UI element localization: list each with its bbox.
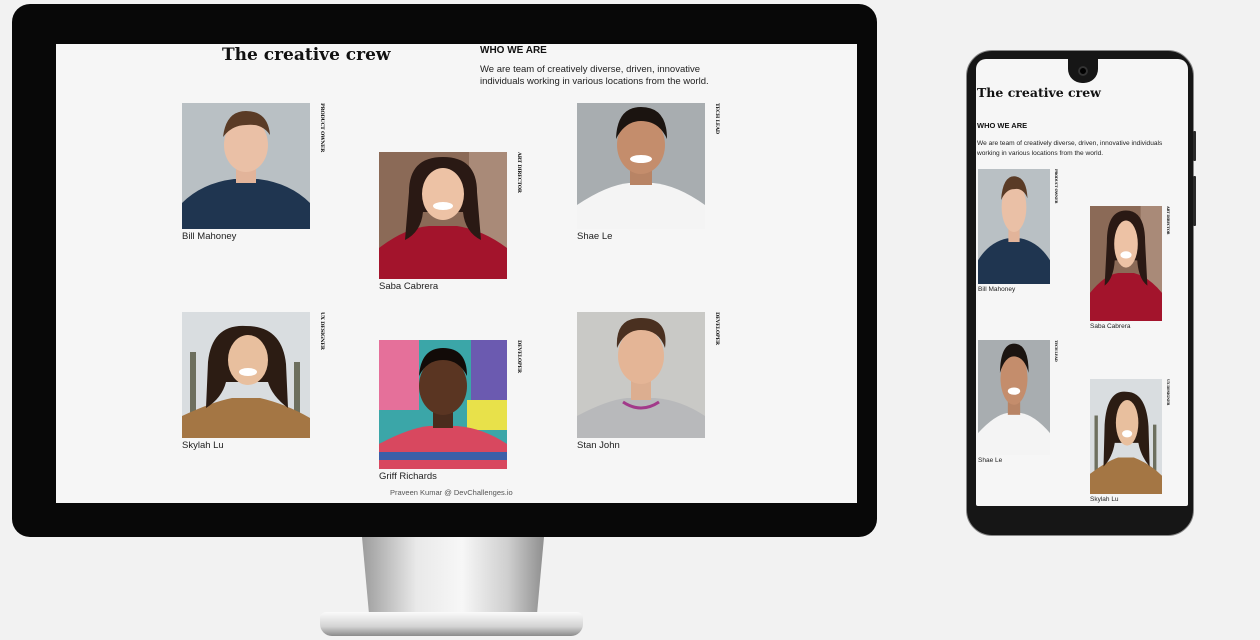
member-photo <box>379 152 507 279</box>
member-name: Saba Cabrera <box>1090 323 1131 330</box>
member-role: DEVELOPER <box>714 312 720 345</box>
phone-side-button <box>1193 131 1196 161</box>
member-role: PRODUCT OWNER <box>319 103 325 153</box>
member-name: Bill Mahoney <box>182 231 237 242</box>
member-photo <box>978 169 1050 284</box>
monitor-base <box>320 612 583 636</box>
member-photo <box>577 103 705 229</box>
monitor-stand <box>362 537 544 617</box>
member-role: PRODUCT OWNER <box>1054 169 1058 204</box>
page-title: The creative crew <box>977 85 1101 100</box>
footer-credit: Praveen Kumar @ DevChallenges.io <box>390 488 513 497</box>
phone-notch <box>1068 59 1098 83</box>
member-role: TECH LEAD <box>1054 340 1058 362</box>
who-we-are-heading: WHO WE ARE <box>977 121 1028 130</box>
member-photo <box>379 340 507 469</box>
member-name: Skylah Lu <box>1090 496 1119 503</box>
member-name: Shae Le <box>577 231 613 242</box>
member-name: Griff Richards <box>379 471 437 482</box>
member-name: Bill Mahoney <box>978 286 1016 293</box>
desktop-monitor: The creative crew WHO WE ARE We are team… <box>12 4 877 537</box>
camera-icon <box>1078 66 1088 76</box>
phone-side-button <box>1193 176 1196 226</box>
member-name: Skylah Lu <box>182 440 224 451</box>
member-role: TECH LEAD <box>714 103 720 134</box>
desktop-screen: The creative crew WHO WE ARE We are team… <box>56 44 857 503</box>
mobile-phone: The creative crew WHO WE ARE We are team… <box>966 50 1196 536</box>
who-we-are-heading: WHO WE ARE <box>480 45 547 56</box>
member-role: ART DIRECTOR <box>516 152 522 193</box>
page-title: The creative crew <box>222 45 391 65</box>
member-role: ART DIRECTOR <box>1166 206 1170 235</box>
mobile-screen: The creative crew WHO WE ARE We are team… <box>976 59 1188 506</box>
who-we-are-text: We are team of creatively diverse, drive… <box>977 140 1163 157</box>
member-photo <box>182 312 310 438</box>
member-photo <box>1090 379 1162 494</box>
member-name: Stan John <box>577 440 620 451</box>
member-role: DEVELOPER <box>516 340 522 373</box>
member-photo <box>577 312 705 438</box>
member-role: UX DESIGNER <box>1166 379 1170 406</box>
member-role: UX DESIGNER <box>319 312 325 350</box>
member-name: Shae Le <box>978 457 1003 464</box>
who-we-are-text: We are team of creatively diverse, drive… <box>480 64 709 87</box>
member-photo <box>978 340 1050 455</box>
member-photo <box>182 103 310 229</box>
member-photo <box>1090 206 1162 321</box>
member-name: Saba Cabrera <box>379 281 439 292</box>
